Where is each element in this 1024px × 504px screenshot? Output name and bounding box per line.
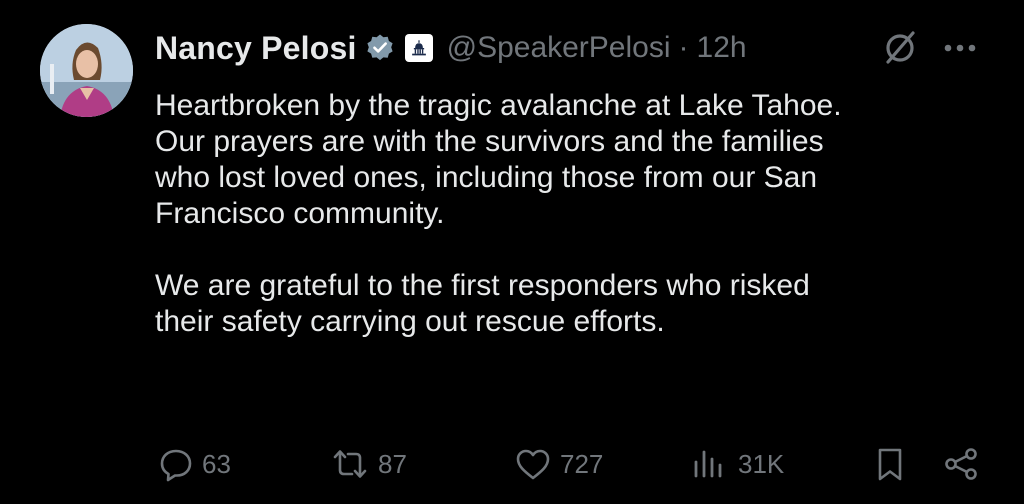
text-line: We are grateful to the first responders …: [155, 269, 810, 302]
share-icon: [945, 448, 977, 480]
verified-badge-icon[interactable]: [365, 33, 395, 63]
text-line: Our prayers are with the survivors and t…: [155, 125, 824, 158]
view-count: 31K: [738, 448, 785, 479]
tweet-text: Heartbroken by the tragic avalanche at L…: [155, 88, 985, 340]
repost-button[interactable]: 87: [330, 446, 407, 482]
repost-icon: [333, 450, 367, 478]
text-line: who lost loved ones, including those fro…: [155, 161, 818, 194]
more-options-icon[interactable]: [938, 30, 982, 66]
share-button[interactable]: [942, 446, 980, 482]
repost-count: 87: [378, 448, 407, 479]
reply-count: 63: [202, 448, 231, 479]
reply-button[interactable]: 63: [158, 446, 231, 482]
capitol-badge-icon[interactable]: [404, 34, 433, 62]
tweet-card[interactable]: Nancy Pelosi @SpeakerPelosi · 12h Heartb…: [0, 0, 1024, 504]
author-handle[interactable]: @SpeakerPelosi: [447, 31, 671, 65]
tweet-paragraph: We are grateful to the first responders …: [155, 268, 985, 340]
action-bar: 63 87 727 31K: [0, 440, 1024, 490]
reply-icon: [160, 449, 192, 482]
tweet-timestamp[interactable]: 12h: [697, 31, 747, 65]
meta-separator: ·: [678, 31, 689, 64]
profile-photo: [40, 24, 133, 117]
text-line: their safety carrying out rescue efforts…: [155, 305, 665, 338]
like-count: 727: [560, 448, 604, 479]
views-chart-icon: [694, 450, 722, 478]
avatar[interactable]: [40, 24, 133, 117]
author-name[interactable]: Nancy Pelosi: [155, 30, 357, 67]
tweet-paragraph: Heartbroken by the tragic avalanche at L…: [155, 88, 985, 232]
grok-icon[interactable]: [880, 28, 920, 68]
heart-icon: [516, 449, 550, 480]
bookmark-icon: [878, 448, 902, 481]
tweet-header: Nancy Pelosi @SpeakerPelosi · 12h: [155, 24, 747, 72]
bookmark-button[interactable]: [872, 446, 908, 482]
like-button[interactable]: 727: [514, 446, 603, 482]
text-line: Francisco community.: [155, 197, 445, 230]
text-line: Heartbroken by the tragic avalanche at L…: [155, 89, 842, 122]
views-button[interactable]: 31K: [690, 446, 784, 482]
